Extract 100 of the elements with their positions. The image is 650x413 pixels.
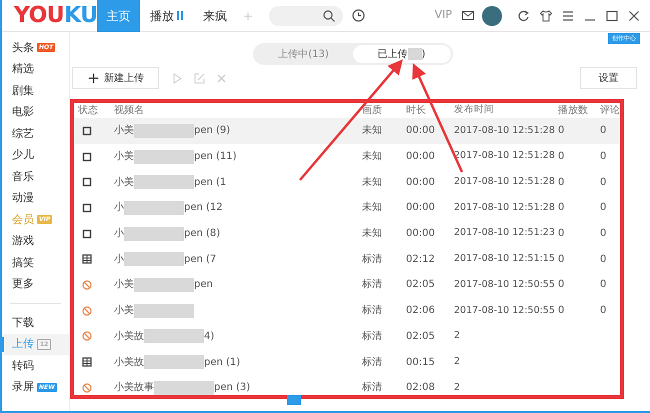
table-cell-text: 小美故 — [114, 330, 144, 344]
sidebar-item[interactable]: 转码 — [2, 355, 69, 376]
blurred-text — [134, 124, 194, 138]
table-cell: 2017-08-10 12:50:55 — [454, 304, 555, 316]
table-cell: 0 — [558, 279, 564, 290]
table-cell: 0 — [558, 151, 564, 162]
new-upload-button[interactable]: + 新建上传 — [72, 67, 159, 89]
sidebar-item[interactable]: 少儿 — [2, 144, 69, 166]
table-cell: 0 — [558, 176, 564, 188]
table-cell-text: pen (3) — [214, 381, 250, 395]
sidebar-item[interactable]: 动漫 — [2, 188, 69, 209]
table-cell: 2017-08-10 12:51:15 — [454, 253, 555, 264]
sidebar-item[interactable]: 下载 — [2, 312, 69, 334]
blurred-text — [134, 150, 194, 164]
table-cell: 2 — [454, 356, 460, 367]
selected-row[interactable]: 小美 pen (9) 未知 00:00 2017-08-10 12:51:28 0 0 — [74, 118, 620, 144]
table-cell-text: 小美 — [114, 176, 134, 190]
blurred-text — [124, 252, 184, 266]
settings-button[interactable]: 设置 — [580, 67, 637, 89]
pause-icon — [177, 11, 183, 20]
column-header[interactable]: 评论 — [600, 103, 620, 118]
table-cell: 标清 — [362, 254, 382, 265]
blurred-text — [124, 200, 184, 215]
column-header[interactable]: 播放数 — [558, 103, 600, 118]
column-header[interactable]: 画质 — [362, 103, 406, 118]
youku-logo: YOUKU — [13, 2, 97, 30]
table-cell-text: 小美 — [114, 278, 134, 292]
table-cell: 0 — [558, 202, 564, 214]
sidebar-item[interactable]: 综艺 — [2, 123, 69, 144]
table-cell: 0 — [600, 151, 606, 162]
pending-status-icon — [82, 152, 92, 162]
table-cell-text: pen (9) — [194, 124, 230, 138]
avatar[interactable] — [482, 6, 502, 26]
sidebar-item[interactable]: 更多 — [2, 274, 69, 295]
sidebar-item[interactable]: 精选 — [2, 58, 69, 80]
menu-icon[interactable] — [562, 10, 574, 22]
mail-icon[interactable] — [462, 11, 474, 20]
sidebar-item[interactable]: 电影 — [2, 102, 69, 123]
blocked-status-icon — [82, 382, 92, 393]
table-cell-text: 小 — [114, 226, 124, 242]
segment-tab[interactable]: 已上传 ) — [352, 45, 450, 63]
table-cell-text: pen (1) — [204, 356, 240, 370]
table-cell: 未知 — [362, 125, 382, 136]
pending-status-icon — [82, 202, 92, 213]
pending-status-icon — [82, 126, 92, 136]
blocked-status-icon — [82, 331, 92, 342]
table-cell: 00:00 — [406, 228, 435, 240]
table-cell: 0 — [600, 254, 606, 265]
table-cell: 02:08 — [406, 382, 435, 394]
maximize-icon[interactable] — [606, 10, 618, 22]
blurred-text — [144, 329, 204, 344]
table-cell-text: pen (7 — [184, 252, 216, 267]
table-cell: 未知 — [362, 202, 382, 214]
table-cell: 02:12 — [406, 254, 435, 265]
table-cell: 0 — [558, 254, 564, 265]
table-cell-text: pen (1 — [194, 176, 226, 190]
table-cell: 0 — [600, 228, 606, 240]
table-cell-text: 小 — [114, 200, 124, 216]
table-cell: 0 — [558, 305, 564, 316]
blurred-text — [134, 304, 194, 318]
table-cell: 2017-08-10 12:51:23 — [454, 227, 555, 238]
table-cell-text: 小 — [114, 252, 124, 267]
table-cell: 00:00 — [406, 176, 435, 188]
table-cell: 0 — [600, 176, 606, 188]
table-cell: 标清 — [362, 330, 382, 342]
sidebar-item[interactable]: 剧集 — [2, 80, 69, 102]
column-header[interactable]: 时长 — [406, 103, 454, 118]
shirt-icon[interactable] — [540, 10, 552, 22]
search-field[interactable] — [268, 6, 343, 26]
blurred-text — [134, 278, 194, 292]
table-cell: 02:05 — [406, 279, 435, 290]
column-header[interactable]: 状态 — [74, 103, 114, 118]
pending-status-icon — [82, 228, 92, 239]
table-cell-text: 小美 — [114, 150, 134, 164]
refresh-icon[interactable] — [518, 10, 530, 22]
table-cell: 0 — [558, 228, 564, 240]
table-cell: 00:15 — [406, 356, 435, 368]
table-cell: 0 — [558, 125, 564, 136]
column-header[interactable]: 发布时间 — [454, 103, 558, 118]
table-cell: 0 — [600, 305, 606, 316]
table-cell: 02:05 — [406, 330, 435, 342]
table-cell: 2017-08-10 12:51:28 — [454, 124, 555, 136]
table-cell: 00:00 — [406, 202, 435, 214]
close-icon[interactable] — [628, 10, 640, 22]
blocked-status-icon — [82, 306, 92, 316]
sidebar-item[interactable]: 游戏 — [2, 230, 69, 252]
column-header[interactable]: 视频名 — [114, 103, 362, 118]
clock-icon[interactable] — [352, 9, 365, 22]
table-cell: 未知 — [362, 151, 382, 162]
pending-status-icon — [82, 177, 92, 188]
table-cell-text: pen — [194, 278, 213, 292]
sidebar-item[interactable]: 音乐 — [2, 166, 69, 188]
table-cell: 0 — [600, 202, 606, 214]
sidebar-item[interactable]: 搞笑 — [2, 252, 69, 274]
table-cell: 02:06 — [406, 305, 435, 316]
nav-tab[interactable]: 来疯 — [193, 0, 237, 32]
table-cell-text: 小美故事 — [114, 380, 154, 395]
blurred-text — [144, 355, 204, 370]
table-cell: 0 — [600, 279, 606, 290]
nav-tab[interactable]: 播放 — [140, 0, 193, 32]
